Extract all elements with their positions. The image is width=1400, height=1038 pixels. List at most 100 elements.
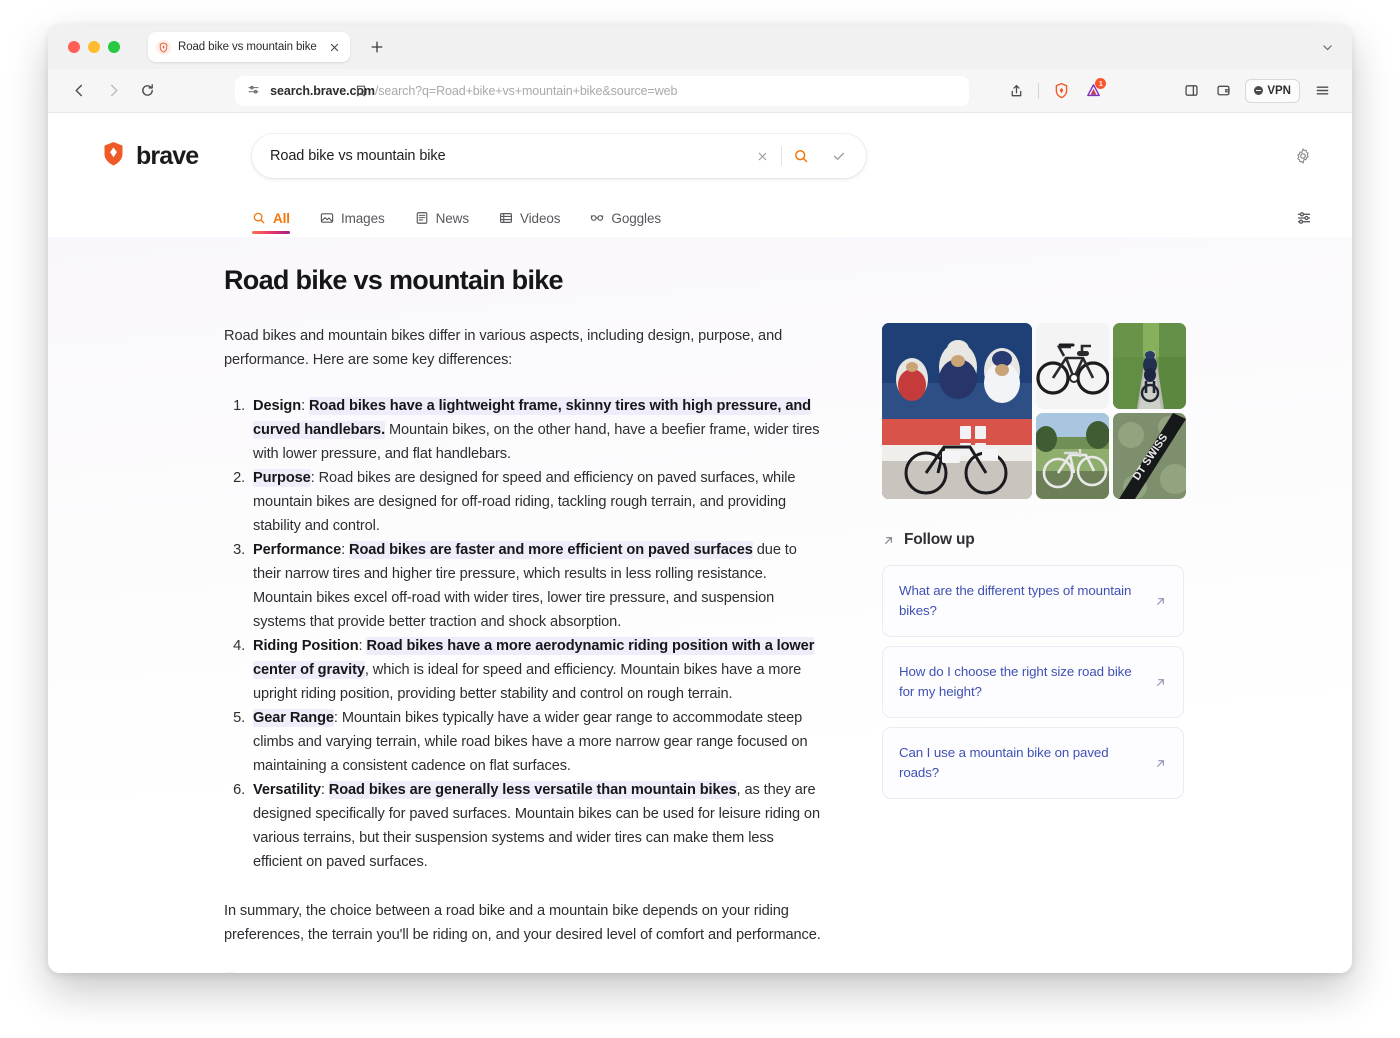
list-item-term: Versatility	[253, 782, 321, 798]
goggles-icon	[590, 211, 604, 225]
sidebar-column: DT SWISS Follow up What are the differen…	[882, 265, 1184, 973]
clear-search-button[interactable]	[743, 137, 781, 175]
main-column: Road bike vs mountain bike Road bikes an…	[224, 265, 824, 973]
tab-images[interactable]: Images	[320, 199, 385, 237]
summary-paragraph: In summary, the choice between a road bi…	[224, 899, 824, 947]
content-area[interactable]: Road bike vs mountain bike Road bikes an…	[48, 237, 1352, 973]
followup-card-text: Can I use a mountain bike on paved roads…	[899, 743, 1144, 783]
brave-lion-icon	[100, 140, 127, 172]
list-item: Riding Position: Road bikes have a more …	[249, 634, 824, 706]
arrow-up-right-icon	[1154, 757, 1167, 770]
search-bar[interactable]: Road bike vs mountain bike	[252, 134, 866, 178]
image-icon	[320, 211, 334, 225]
search-icon	[252, 211, 266, 225]
followup-heading-label: Follow up	[904, 531, 975, 549]
context-label: Context	[245, 971, 297, 973]
chevron-down-icon[interactable]	[1321, 41, 1334, 54]
vpn-label: VPN	[1267, 85, 1291, 97]
list-item-rest: : Mountain bikes typically have a wider …	[253, 710, 807, 774]
intro-paragraph: Road bikes and mountain bikes differ in …	[224, 324, 824, 372]
tab-news[interactable]: News	[415, 199, 469, 237]
brave-wallet-icon[interactable]	[1209, 77, 1237, 105]
context-icon	[224, 971, 237, 973]
site-header: brave Road bike vs mountain bike	[48, 113, 1352, 199]
hamburger-menu-icon[interactable]	[1308, 77, 1336, 105]
bookmark-icon[interactable]	[354, 84, 368, 98]
image-result[interactable]	[882, 323, 1032, 499]
tab-goggles-label: Goggles	[611, 211, 661, 226]
address-bar-url: search.brave.com/search?q=Road+bike+vs+m…	[270, 84, 677, 98]
tab-goggles[interactable]: Goggles	[590, 199, 661, 237]
followup-card-text: How do I choose the right size road bike…	[899, 662, 1144, 702]
arrow-up-right-icon	[1154, 595, 1167, 608]
window-controls	[60, 41, 120, 53]
page-title: Road bike vs mountain bike	[224, 265, 824, 296]
brave-shields-icon[interactable]	[1047, 77, 1075, 105]
vpn-power-icon	[1254, 86, 1263, 95]
list-item-highlight: Road bikes are faster and more efficient…	[349, 541, 753, 559]
forward-button[interactable]	[98, 76, 128, 106]
rim-closeup-photo: DT SWISS	[1113, 413, 1186, 499]
list-item: Gear Range: Mountain bikes typically hav…	[249, 706, 824, 778]
browser-window: Road bike vs mountain bike -	[48, 25, 1352, 973]
address-bar[interactable]: search.brave.com/search?q=Road+bike+vs+m…	[235, 76, 969, 106]
list-item-rest: : Road bikes are designed for speed and …	[253, 470, 795, 534]
tab-all[interactable]: All	[252, 199, 290, 237]
image-result[interactable]: DT SWISS	[1113, 413, 1186, 499]
brave-lion-icon	[156, 40, 171, 55]
brave-logo[interactable]: brave	[100, 140, 198, 172]
tab-videos-label: Videos	[520, 211, 560, 226]
bike-outdoors-photo	[1036, 413, 1109, 499]
browser-toolbar: search.brave.com/search?q=Road+bike+vs+m…	[48, 69, 1352, 113]
search-tabs: All Images News Videos	[48, 199, 1352, 237]
share-button[interactable]	[1002, 77, 1030, 105]
road-cyclist-photo	[1113, 323, 1186, 409]
race-photo	[882, 323, 1032, 499]
image-result[interactable]	[1036, 413, 1109, 499]
back-button[interactable]	[64, 76, 94, 106]
context-section-header[interactable]: Context	[224, 971, 824, 973]
list-item-term: Design	[253, 398, 301, 414]
list-item-sep: :	[301, 398, 309, 414]
tab-title: Road bike vs mountain bike -	[178, 41, 319, 53]
minimize-window-button[interactable]	[88, 41, 100, 53]
close-icon[interactable]	[326, 39, 342, 55]
news-icon	[415, 211, 429, 225]
toolbar-divider	[1038, 83, 1039, 99]
site-settings-icon[interactable]	[247, 84, 260, 97]
close-window-button[interactable]	[68, 41, 80, 53]
tab-news-label: News	[436, 211, 469, 226]
list-item-term: Purpose	[253, 469, 311, 487]
list-item: Versatility: Road bikes are generally le…	[249, 778, 824, 874]
arrow-up-right-icon	[1154, 676, 1167, 689]
gear-icon[interactable]	[1294, 147, 1312, 165]
list-item: Design: Road bikes have a lightweight fr…	[249, 394, 824, 466]
filter-sliders-icon[interactable]	[1296, 210, 1312, 226]
bike-product-photo	[1036, 323, 1109, 409]
confirm-search-button[interactable]	[820, 137, 858, 175]
list-item-sep: :	[341, 542, 349, 558]
followup-card[interactable]: How do I choose the right size road bike…	[882, 646, 1184, 718]
search-icon[interactable]	[782, 137, 820, 175]
followup-card[interactable]: Can I use a mountain bike on paved roads…	[882, 727, 1184, 799]
new-tab-button[interactable]	[366, 36, 388, 58]
followup-card[interactable]: What are the different types of mountain…	[882, 565, 1184, 637]
sidebar-panel-icon[interactable]	[1177, 77, 1205, 105]
search-input[interactable]: Road bike vs mountain bike	[270, 148, 743, 164]
list-item-term: Riding Position	[253, 638, 359, 654]
tab-images-label: Images	[341, 211, 385, 226]
browser-tab[interactable]: Road bike vs mountain bike -	[148, 32, 350, 62]
leo-ai-icon[interactable]: 1	[1079, 77, 1107, 105]
tab-videos[interactable]: Videos	[499, 199, 560, 237]
vpn-button[interactable]: VPN	[1245, 79, 1300, 103]
reload-button[interactable]	[132, 76, 162, 106]
list-item: Purpose: Road bikes are designed for spe…	[249, 466, 824, 538]
web-page: brave Road bike vs mountain bike	[48, 113, 1352, 973]
image-result[interactable]	[1113, 323, 1186, 409]
url-path: /search?q=Road+bike+vs+mountain+bike&sou…	[375, 84, 677, 98]
list-item-term: Gear Range	[253, 709, 334, 727]
tab-all-label: All	[273, 211, 290, 226]
image-result[interactable]	[1036, 323, 1109, 409]
list-item: Performance: Road bikes are faster and m…	[249, 538, 824, 634]
maximize-window-button[interactable]	[108, 41, 120, 53]
